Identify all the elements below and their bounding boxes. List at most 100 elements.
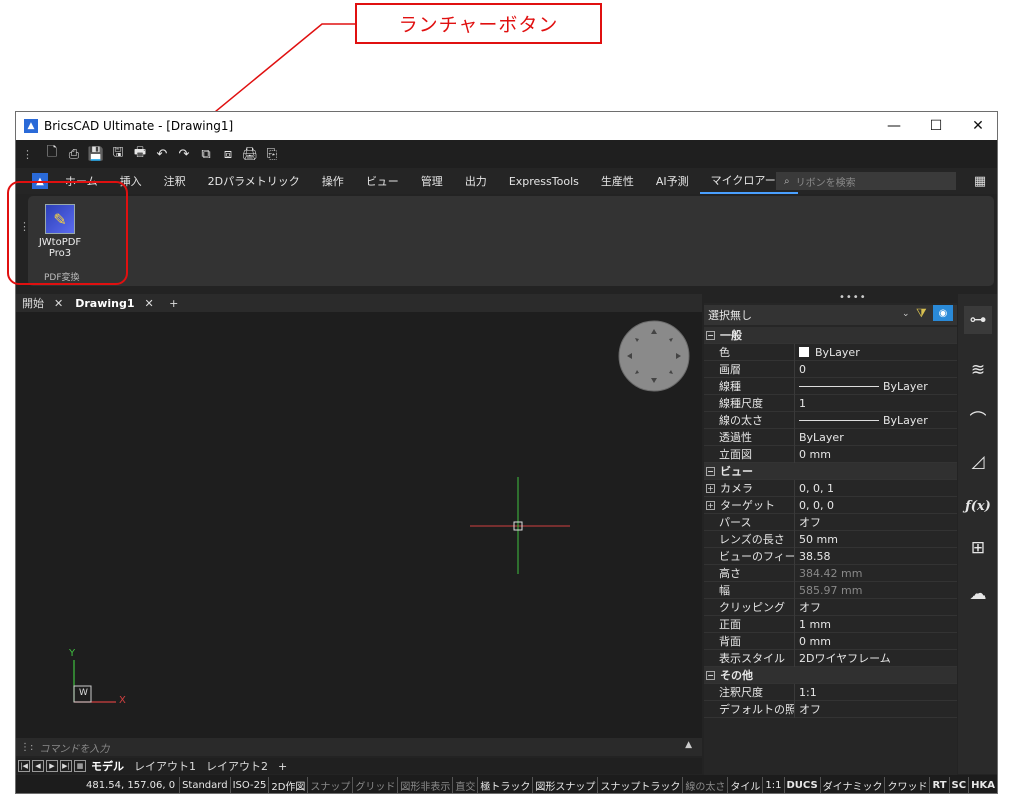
- status-toggle-8[interactable]: 図形スナップ: [533, 777, 599, 793]
- toolbar-grip-icon[interactable]: ⋮: [22, 148, 33, 161]
- status-toggle-4[interactable]: グリッド: [353, 777, 399, 793]
- status-toggle-7[interactable]: 極トラック: [478, 777, 534, 793]
- layout-tab-layout1[interactable]: レイアウト1: [129, 758, 201, 774]
- last-layout-icon[interactable]: ▶|: [60, 760, 72, 772]
- property-value[interactable]: 1: [795, 397, 957, 410]
- collapse-icon[interactable]: −: [706, 466, 715, 476]
- expand-icon[interactable]: +: [706, 483, 715, 493]
- first-layout-icon[interactable]: |◀: [18, 760, 30, 772]
- status-toggle-18[interactable]: HKA: [969, 777, 997, 793]
- cursor-coordinates[interactable]: 481.54, 157.06, 0: [16, 777, 181, 793]
- status-toggle-5[interactable]: 図形非表示: [398, 777, 454, 793]
- ribbon-tab-manage[interactable]: 管理: [410, 168, 454, 194]
- status-toggle-11[interactable]: タイル: [728, 777, 764, 793]
- doc-tab-start[interactable]: 開始 ✕: [16, 294, 69, 312]
- print-icon[interactable]: 🖨: [239, 144, 261, 164]
- property-row[interactable]: 画層 0: [704, 360, 957, 378]
- collapse-icon[interactable]: −: [706, 330, 715, 340]
- status-toggle-9[interactable]: スナップトラック: [598, 777, 684, 793]
- status-toggle-2[interactable]: 2D作図: [269, 777, 309, 793]
- close-icon[interactable]: ✕: [54, 297, 63, 310]
- property-row[interactable]: 線の太さ ByLayer: [704, 411, 957, 429]
- property-row[interactable]: 表示スタイル 2Dワイヤフレーム: [704, 649, 957, 667]
- ribbon-tab-annotate[interactable]: 注釈: [153, 168, 197, 194]
- layout-grid-icon[interactable]: ▦: [74, 760, 86, 772]
- status-toggle-6[interactable]: 直交: [453, 777, 479, 793]
- property-value[interactable]: ByLayer: [795, 346, 957, 359]
- save-as-icon[interactable]: 🖫: [107, 144, 129, 164]
- property-value[interactable]: 0, 0, 1: [795, 482, 957, 495]
- property-value[interactable]: 0, 0, 0: [795, 499, 957, 512]
- minimize-button[interactable]: —: [873, 112, 915, 140]
- copy-icon[interactable]: ⧉: [195, 144, 217, 164]
- status-toggle-1[interactable]: ISO-25: [231, 777, 270, 793]
- property-value[interactable]: 38.58: [795, 550, 957, 563]
- ribbon-tab-productivity[interactable]: 生産性: [590, 168, 645, 194]
- property-row[interactable]: 線種尺度 1: [704, 394, 957, 412]
- property-row[interactable]: クリッピング オフ: [704, 598, 957, 616]
- property-value[interactable]: ByLayer: [795, 380, 957, 393]
- eye-icon[interactable]: ◉: [933, 305, 953, 321]
- property-value[interactable]: ByLayer: [795, 414, 957, 427]
- ribbon-tab-view[interactable]: ビュー: [355, 168, 410, 194]
- new-icon[interactable]: 🗋: [41, 144, 63, 164]
- ribbon-tab-output[interactable]: 出力: [454, 168, 498, 194]
- properties-icon[interactable]: ⊶: [964, 306, 992, 334]
- status-toggle-14[interactable]: ダイナミック: [821, 777, 886, 793]
- ribbon-tab-parametric[interactable]: 2Dパラメトリック: [197, 168, 311, 194]
- property-value[interactable]: 0 mm: [795, 448, 957, 461]
- next-layout-icon[interactable]: ▶: [46, 760, 58, 772]
- property-value[interactable]: 0: [795, 363, 957, 376]
- paste-icon[interactable]: ⧈: [217, 144, 239, 164]
- add-layout-icon[interactable]: +: [273, 758, 292, 774]
- property-category[interactable]: − ビュー: [704, 463, 957, 480]
- property-value[interactable]: オフ: [795, 514, 957, 530]
- ribbon-options-icon[interactable]: ▦: [971, 172, 989, 190]
- status-toggle-15[interactable]: クワッド: [885, 777, 931, 793]
- expand-icon[interactable]: +: [706, 500, 715, 510]
- new-tab-icon[interactable]: +: [166, 297, 182, 310]
- property-row[interactable]: 高さ 384.42 mm: [704, 564, 957, 582]
- property-row[interactable]: 立面図 0 mm: [704, 445, 957, 463]
- property-row[interactable]: パース オフ: [704, 513, 957, 531]
- panel-splitter-icon[interactable]: ••••: [839, 292, 867, 303]
- open-icon[interactable]: ⎙: [63, 144, 85, 164]
- save-icon[interactable]: 💾: [85, 144, 107, 164]
- filter-icon[interactable]: ⧩: [916, 306, 927, 321]
- command-expand-icon[interactable]: ▲: [685, 740, 692, 750]
- prev-layout-icon[interactable]: ◀: [32, 760, 44, 772]
- draw-order-icon[interactable]: ◿: [964, 448, 992, 476]
- property-row[interactable]: ビューのフィールド 38.58: [704, 547, 957, 565]
- close-icon[interactable]: ✕: [145, 297, 154, 310]
- property-row[interactable]: 正面 1 mm: [704, 615, 957, 633]
- property-value[interactable]: 2Dワイヤフレーム: [795, 650, 957, 666]
- ribbon-search-input[interactable]: ⌕ リボンを検索: [776, 172, 956, 190]
- attachments-icon[interactable]: ⌒: [964, 404, 992, 432]
- status-toggle-13[interactable]: DUCS: [785, 777, 821, 793]
- property-row[interactable]: + カメラ 0, 0, 1: [704, 479, 957, 497]
- property-row[interactable]: 幅 585.97 mm: [704, 581, 957, 599]
- parameters-icon[interactable]: ƒ(x): [964, 492, 992, 520]
- property-row[interactable]: 背面 0 mm: [704, 632, 957, 650]
- property-value[interactable]: オフ: [795, 701, 957, 717]
- property-value[interactable]: 1:1: [795, 686, 957, 699]
- property-value[interactable]: 50 mm: [795, 533, 957, 546]
- property-category[interactable]: − その他: [704, 667, 957, 684]
- property-row[interactable]: 色 ByLayer: [704, 343, 957, 361]
- property-value[interactable]: 1 mm: [795, 618, 957, 631]
- property-value[interactable]: 0 mm: [795, 635, 957, 648]
- ribbon-tab-expresstools[interactable]: ExpressTools: [498, 168, 590, 194]
- navigation-wheel-icon[interactable]: [618, 320, 690, 392]
- command-line-input[interactable]: ⋮: コマンドを入力 ▲: [16, 738, 702, 756]
- layout-tab-model[interactable]: モデル: [86, 758, 129, 774]
- structure-icon[interactable]: ⊞: [964, 534, 992, 562]
- layout-tab-layout2[interactable]: レイアウト2: [201, 758, 273, 774]
- ribbon-tab-modify[interactable]: 操作: [311, 168, 355, 194]
- status-toggle-0[interactable]: Standard: [180, 777, 231, 793]
- print-preview-icon[interactable]: 🖶: [129, 144, 151, 164]
- drawing-canvas[interactable]: Y X W: [16, 312, 702, 738]
- property-row[interactable]: デフォルトの照明オフ: [704, 700, 957, 718]
- status-toggle-16[interactable]: RT: [930, 777, 950, 793]
- status-toggle-12[interactable]: 1:1: [763, 777, 785, 793]
- cloud-icon[interactable]: ☁: [964, 580, 992, 608]
